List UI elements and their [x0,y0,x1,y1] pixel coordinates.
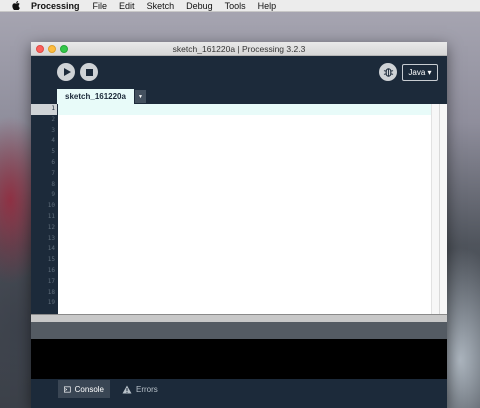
line-number: 7 [51,169,55,177]
vertical-scrollbar[interactable] [431,104,447,314]
status-bar [31,322,447,339]
line-number: 14 [47,245,55,253]
play-icon [63,68,71,76]
tab-menu-button[interactable]: ▼ [135,90,146,103]
debug-button[interactable] [379,63,397,81]
menu-debug[interactable]: Debug [186,0,213,12]
menu-file[interactable]: File [93,0,108,12]
window-title: sketch_161220a | Processing 3.2.3 [172,43,306,54]
line-number: 8 [51,180,55,188]
tab-console[interactable]: Console [58,380,110,398]
window-titlebar[interactable]: sketch_161220a | Processing 3.2.3 [31,42,447,56]
line-number: 3 [51,126,55,134]
tab-sketch[interactable]: sketch_161220a [57,89,134,104]
chevron-down-icon: ▼ [138,93,143,100]
toolbar: Java ▾ [31,56,447,88]
run-button[interactable] [57,63,75,81]
menu-tools[interactable]: Tools [225,0,246,12]
line-number: 15 [47,256,55,264]
menu-bar: Processing File Edit Sketch Debug Tools … [0,0,480,12]
line-number: 9 [51,191,55,199]
menu-help[interactable]: Help [258,0,277,12]
line-number: 6 [51,159,55,166]
line-number: 4 [51,137,55,145]
scrollbar-track [439,104,440,314]
stop-button[interactable] [80,63,98,81]
warning-icon [122,385,132,393]
window-controls [36,45,68,53]
line-number: 12 [47,223,55,231]
line-number: 13 [47,234,55,242]
mode-label: Java ▾ [408,68,432,77]
code-editor: 1 2 3 4 5 6 7 8 9 10 11 12 13 14 15 16 17 18 19 [31,104,447,314]
menu-app-processing[interactable]: Processing [31,0,80,12]
code-text-area[interactable] [58,104,431,314]
mode-selector[interactable]: Java ▾ [402,64,438,81]
line-number: 16 [47,267,55,274]
line-number: 18 [47,288,55,296]
console-output[interactable] [31,339,447,379]
line-number: 19 [47,299,55,307]
sketch-tab-bar: sketch_161220a ▼ [31,88,447,104]
apple-logo-icon[interactable] [11,1,21,10]
minimize-window-button[interactable] [48,45,56,53]
console-tab-label: Console [74,384,104,394]
menu-sketch[interactable]: Sketch [147,0,175,12]
line-number: 11 [47,213,55,220]
footer-tabs: Console Errors [31,379,447,399]
tab-errors[interactable]: Errors [116,380,168,398]
tab-label: sketch_161220a [65,92,126,101]
editor-console-divider[interactable] [31,314,447,322]
line-number: 1 [31,104,57,115]
menu-edit[interactable]: Edit [119,0,135,12]
errors-tab-label: Errors [136,384,158,394]
line-number: 10 [47,202,55,210]
line-number-gutter: 1 2 3 4 5 6 7 8 9 10 11 12 13 14 15 16 17 18 19 [31,104,58,314]
processing-window: sketch_161220a | Processing 3.2.3 Java ▾… [31,42,447,408]
console-icon [64,386,71,392]
line-number: 17 [47,277,55,285]
line-number: 2 [51,115,55,123]
line-number: 5 [51,148,55,156]
zoom-window-button[interactable] [60,45,68,53]
stop-icon [85,68,93,76]
debugger-icon [383,67,393,77]
close-window-button[interactable] [36,45,44,53]
